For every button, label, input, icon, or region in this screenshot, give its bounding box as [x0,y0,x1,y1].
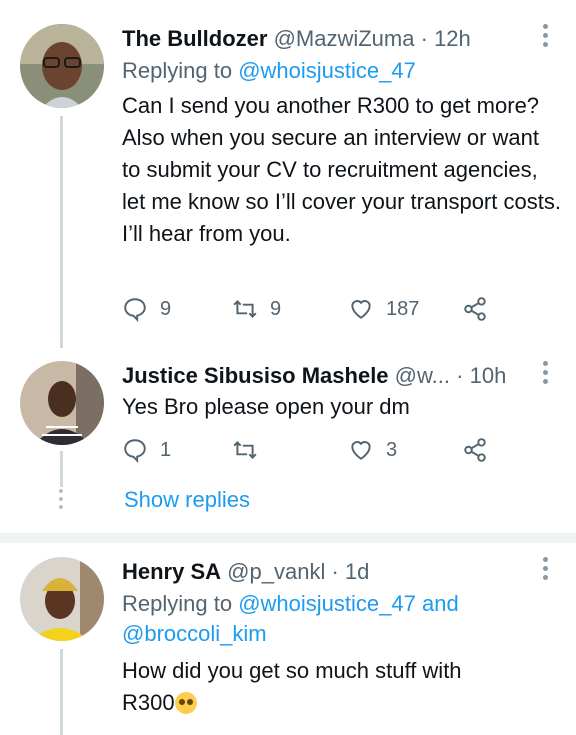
author-handle[interactable]: @MazwiZuma [274,26,415,51]
author-handle[interactable]: @w... [395,363,450,388]
replying-to: Replying to @whoisjustice_47 [122,56,416,86]
reply-icon [124,439,146,463]
share-icon [464,297,486,321]
replying-and: and [421,591,459,616]
thread-line [60,649,63,735]
tweet-henry[interactable]: Henry SA @p_vankl · 1d Replying to @whoi… [0,543,576,735]
show-replies-link[interactable]: Show replies [124,487,250,513]
retweet-button[interactable] [232,437,258,463]
reply-icon [124,298,146,322]
thread-line [60,451,63,487]
tweet-text: Can I send you another R300 to get more?… [122,93,561,246]
conversation-divider [0,533,576,543]
more-options-icon[interactable] [538,361,552,389]
timestamp[interactable]: 12h [434,26,471,51]
action-bar: 9 9 187 [122,296,502,326]
reply-count: 1 [160,438,172,461]
tweet-text-line-2: R300 [122,690,175,715]
tweet-text: Yes Bro please open your dm [122,394,410,419]
tweet-header: Henry SA @p_vankl · 1d [122,559,369,585]
share-button[interactable] [462,437,488,463]
separator-dot: · [331,559,339,584]
retweet-button[interactable]: 9 [232,296,281,322]
avatar-henry[interactable] [20,557,104,641]
mention-link-2[interactable]: @broccoli_kim [122,621,267,646]
mention-link[interactable]: @whoisjustice_47 [238,58,416,83]
like-button[interactable]: 3 [348,437,397,463]
more-options-icon[interactable] [538,557,552,585]
like-count: 3 [386,438,398,461]
like-icon [351,300,371,319]
like-icon [351,441,371,460]
thread-line [60,116,63,348]
separator-dot: · [456,363,464,388]
author-name[interactable]: The Bulldozer [122,26,267,51]
tweet-justice[interactable]: Justice Sibusiso Mashele @w... · 10h Yes… [0,355,576,540]
reply-button[interactable]: 1 [122,437,171,463]
separator-dot: · [420,26,428,51]
tweet-header: Justice Sibusiso Mashele @w... · 10h [122,363,506,389]
tweet-text: How did you get so much stuff with R300 [122,655,562,719]
thread-continuation-dots [59,489,64,513]
tweet-header: The Bulldozer @MazwiZuma · 12h [122,26,471,52]
like-count: 187 [386,297,420,320]
avatar-justice[interactable] [20,361,104,445]
mention-link[interactable]: @whoisjustice_47 [238,591,416,616]
avatar-bulldozer[interactable] [20,24,104,108]
retweet-icon [233,300,257,318]
replying-label: Replying to [122,591,233,616]
pleading-face-emoji [174,692,197,714]
tweet-bulldozer[interactable]: The Bulldozer @MazwiZuma · 12h Replying … [0,0,576,355]
tweet-text-line-1: How did you get so much stuff with [122,658,462,683]
timestamp[interactable]: 1d [345,559,369,584]
replying-to: Replying to @whoisjustice_47 and @brocco… [122,589,562,649]
reply-button[interactable]: 9 [122,296,171,322]
more-options-icon[interactable] [538,24,552,52]
author-name[interactable]: Henry SA [122,559,221,584]
share-button[interactable] [462,296,488,322]
author-handle[interactable]: @p_vankl [227,559,325,584]
reply-count: 9 [160,297,172,320]
author-name[interactable]: Justice Sibusiso Mashele [122,363,389,388]
share-icon [464,438,486,462]
timestamp[interactable]: 10h [470,363,507,388]
retweet-count: 9 [270,297,282,320]
replying-label: Replying to [122,58,233,83]
action-bar: 1 3 [122,437,502,467]
like-button[interactable]: 187 [348,296,419,322]
retweet-icon [233,441,257,459]
